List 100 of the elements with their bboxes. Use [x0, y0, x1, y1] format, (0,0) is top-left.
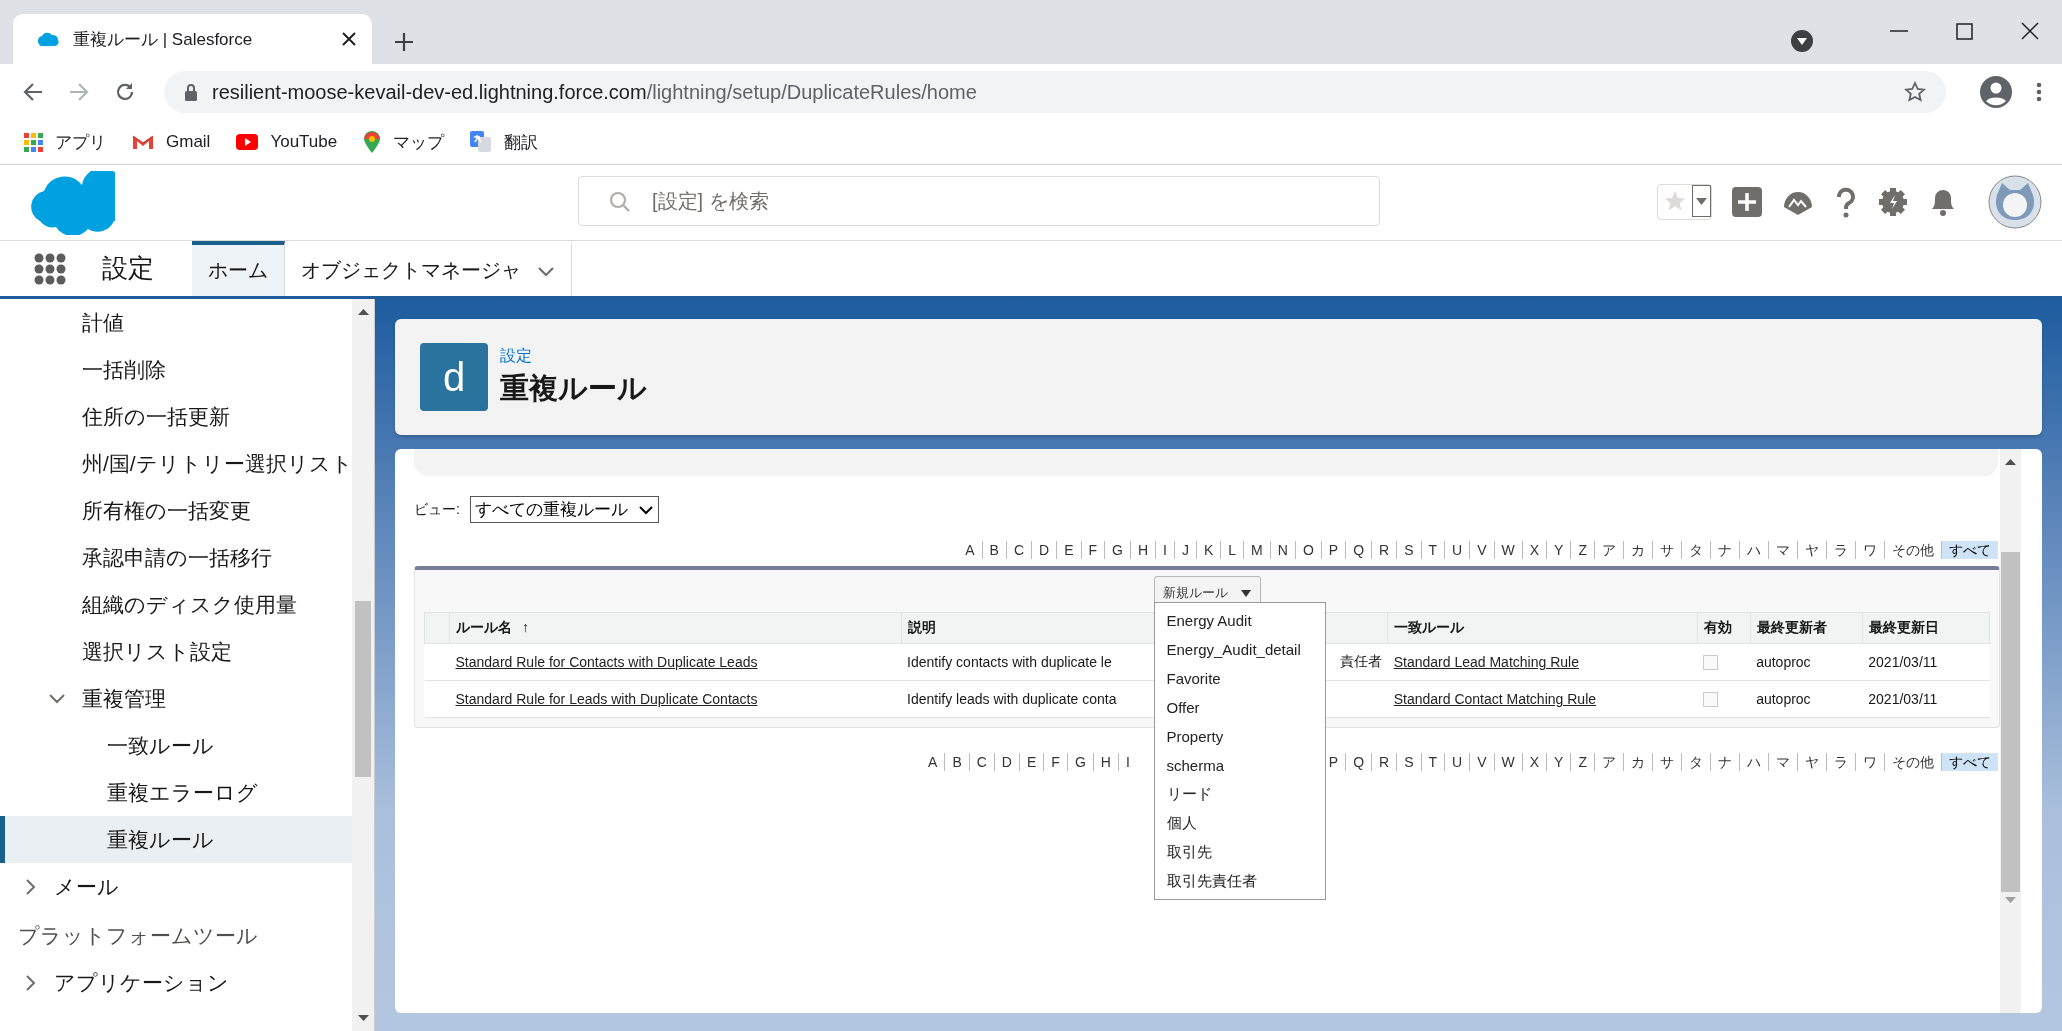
sidebar-item[interactable]: 住所の一括更新: [0, 393, 352, 440]
close-icon[interactable]: [2020, 21, 2040, 41]
alphabet-filter-link[interactable]: ナ: [1710, 541, 1739, 559]
bookmark-link[interactable]: アプリ: [24, 130, 106, 154]
alphabet-filter-link[interactable]: ア: [1594, 541, 1623, 559]
browser-tab[interactable]: 重複ルール | Salesforce: [13, 14, 372, 64]
scrollbar[interactable]: [352, 299, 374, 1031]
menu-item[interactable]: Property: [1154, 722, 1325, 751]
alphabet-filter-link[interactable]: A: [921, 753, 945, 771]
alphabet-filter-link[interactable]: W: [1493, 753, 1522, 771]
menu-item[interactable]: 取引先: [1154, 838, 1325, 867]
alphabet-filter-link[interactable]: ワ: [1855, 541, 1884, 559]
profile-icon[interactable]: [1980, 76, 2012, 108]
record-link[interactable]: Standard Rule for Leads with Duplicate Contacts: [455, 691, 758, 707]
scrollbar-thumb[interactable]: [2001, 552, 2020, 892]
sidebar-item[interactable]: アプリケーション: [0, 959, 352, 1006]
alphabet-filter-link[interactable]: ヤ: [1797, 541, 1826, 559]
sidebar-item[interactable]: 承認申請の一括移行: [0, 534, 352, 581]
menu-item[interactable]: リード: [1154, 780, 1325, 809]
alphabet-filter-link[interactable]: ラ: [1826, 753, 1855, 771]
alphabet-filter-link[interactable]: F: [1043, 753, 1067, 771]
settings-icon[interactable]: [1878, 187, 1908, 217]
app-launcher-icon[interactable]: [34, 252, 66, 285]
alphabet-filter-link[interactable]: B: [944, 753, 969, 771]
alphabet-filter-link[interactable]: R: [1371, 541, 1397, 559]
record-link[interactable]: Standard Lead Matching Rule: [1393, 654, 1579, 670]
alphabet-filter-link[interactable]: ハ: [1739, 753, 1768, 771]
menu-item[interactable]: 取引先責任者: [1154, 867, 1325, 896]
alphabet-filter-link[interactable]: ワ: [1855, 753, 1884, 771]
alphabet-filter-link[interactable]: B: [981, 541, 1006, 559]
alphabet-filter-link[interactable]: C: [1005, 541, 1032, 559]
sidebar-item[interactable]: 重複管理: [0, 675, 352, 722]
alphabet-filter-link[interactable]: サ: [1652, 753, 1681, 771]
alphabet-filter-link[interactable]: K: [1195, 541, 1221, 559]
alphabet-filter-link[interactable]: E: [1019, 753, 1044, 771]
record-link[interactable]: Standard Rule for Contacts with Duplicate Leads: [455, 654, 758, 670]
tab-search-icon[interactable]: [1791, 30, 1813, 52]
view-dropdown[interactable]: すべての重複ルール: [469, 496, 659, 523]
alphabet-filter-link[interactable]: H: [1129, 541, 1156, 559]
column-header[interactable]: ルール名: [456, 619, 513, 635]
alphabet-filter-link[interactable]: T: [1420, 753, 1445, 771]
search-field[interactable]: [設定] を検索: [578, 176, 1380, 226]
record-link[interactable]: Standard Contact Matching Rule: [1393, 691, 1597, 707]
alphabet-filter-link[interactable]: ラ: [1826, 541, 1855, 559]
scroll-up-icon[interactable]: [2004, 457, 2016, 466]
alphabet-filter-link[interactable]: M: [1243, 541, 1270, 559]
maximize-icon[interactable]: [1955, 21, 1974, 41]
alphabet-filter-link[interactable]: G: [1066, 753, 1093, 771]
sort-arrow-icon[interactable]: ↑: [522, 619, 530, 635]
alphabet-filter-link[interactable]: A: [958, 541, 982, 559]
menu-item[interactable]: Offer: [1154, 693, 1325, 722]
alphabet-filter-link[interactable]: すべて: [1941, 541, 1998, 559]
sidebar-item[interactable]: 重複ルール: [0, 816, 352, 863]
alphabet-filter-link[interactable]: U: [1444, 541, 1470, 559]
alphabet-filter-link[interactable]: J: [1173, 541, 1196, 559]
scrollbar-thumb[interactable]: [355, 601, 371, 777]
alphabet-filter-link[interactable]: D: [993, 753, 1019, 771]
new-tab-icon[interactable]: [394, 32, 414, 52]
alphabet-filter-link[interactable]: カ: [1623, 541, 1652, 559]
alphabet-filter-link[interactable]: W: [1493, 541, 1522, 559]
alphabet-filter-link[interactable]: L: [1220, 541, 1244, 559]
column-header[interactable]: 一致ルール: [1394, 619, 1465, 635]
alphabet-filter-link[interactable]: タ: [1681, 541, 1710, 559]
sidebar-item[interactable]: 重複エラーログ: [0, 769, 352, 816]
help-icon[interactable]: [1834, 186, 1858, 218]
bookmark-star-icon[interactable]: [1904, 81, 1926, 103]
sidebar-item[interactable]: 一致ルール: [0, 722, 352, 769]
alphabet-filter-link[interactable]: Y: [1546, 753, 1571, 771]
column-header[interactable]: 説明: [907, 619, 936, 635]
alphabet-filter-link[interactable]: Q: [1345, 753, 1372, 771]
alphabet-filter-link[interactable]: V: [1469, 753, 1494, 771]
alphabet-filter-link[interactable]: タ: [1681, 753, 1710, 771]
menu-item[interactable]: Favorite: [1154, 664, 1325, 693]
alphabet-filter-link[interactable]: D: [1031, 541, 1057, 559]
sidebar-item[interactable]: 選択リスト設定: [0, 628, 352, 675]
bookmark-link[interactable]: 翻訳: [470, 130, 539, 154]
sidebar-item[interactable]: 所有権の一括変更: [0, 487, 352, 534]
alphabet-filter-link[interactable]: X: [1521, 541, 1547, 559]
alphabet-filter-link[interactable]: V: [1469, 541, 1494, 559]
alphabet-filter-link[interactable]: F: [1080, 541, 1105, 559]
alphabet-filter-link[interactable]: I: [1117, 753, 1137, 771]
reload-icon[interactable]: [114, 81, 136, 103]
breadcrumb-link[interactable]: 設定: [500, 345, 647, 367]
scroll-down-icon[interactable]: [357, 1014, 369, 1023]
alphabet-filter-link[interactable]: R: [1371, 753, 1397, 771]
alphabet-filter-link[interactable]: I: [1155, 541, 1174, 559]
nav-tab[interactable]: ホーム: [192, 241, 285, 296]
caret-icon[interactable]: [1239, 588, 1252, 598]
alphabet-filter-link[interactable]: ア: [1594, 753, 1623, 771]
alphabet-filter-link[interactable]: S: [1396, 753, 1421, 771]
address-bar[interactable]: resilient-moose-kevail-dev-ed.lightning.force.com/lightning/setup/DuplicateRules/home: [164, 71, 1946, 113]
sidebar-item[interactable]: 一括削除: [0, 346, 352, 393]
alphabet-filter-link[interactable]: N: [1269, 541, 1295, 559]
alphabet-filter-link[interactable]: Q: [1345, 541, 1372, 559]
menu-item[interactable]: Energy_Audit_detail: [1154, 635, 1325, 664]
alphabet-filter-link[interactable]: S: [1396, 541, 1421, 559]
alphabet-filter-link[interactable]: P: [1320, 541, 1346, 559]
alphabet-filter-link[interactable]: マ: [1768, 541, 1797, 559]
alphabet-filter-link[interactable]: ナ: [1710, 753, 1739, 771]
back-icon[interactable]: [22, 81, 44, 103]
